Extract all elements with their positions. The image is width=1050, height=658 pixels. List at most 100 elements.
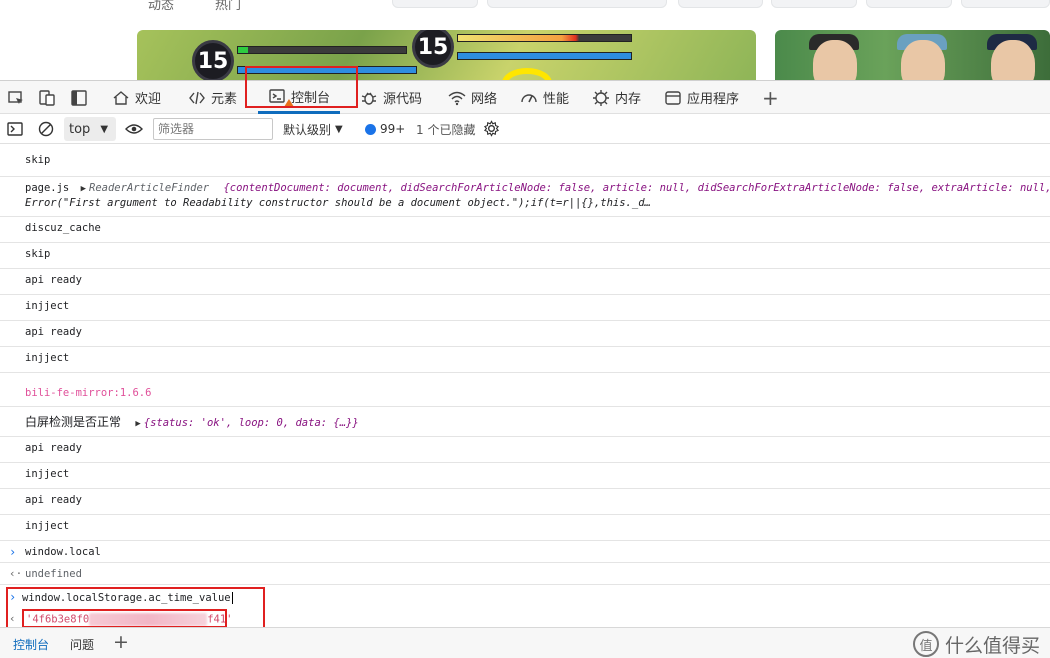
log-source[interactable]: page.js [25,182,69,194]
log-text: api ready [25,326,82,338]
tab-network[interactable]: 网络 [448,81,497,114]
person-face [991,40,1035,80]
code-icon [189,91,205,104]
drawer-tab-console[interactable]: 控制台 [13,636,49,653]
add-tab-button[interactable]: + [762,81,779,114]
console-row: api ready [0,437,1050,463]
person-face [813,40,857,80]
console-row: injject [0,295,1050,321]
console-row: injject [0,515,1050,541]
devtools-panel: 欢迎 元素 控制台 源代码 网络 性能 内存 应用程序 + top ▼ 筛选器 … [0,66,1050,658]
drawer-tab-issues[interactable]: 问题 [70,636,94,653]
console-row: 白屏检测是否正常 ▶ {status: 'ok', loop: 0, data: … [0,407,1050,437]
tab-console[interactable]: 控制台 [258,81,341,114]
console-result-row: ‹· undefined [0,563,1050,585]
video-thumbnail-people[interactable] [775,30,1050,80]
console-result-row: ‹ '4f6b3e8f0 f41' [0,609,1050,627]
log-text: injject [25,520,70,532]
redacted-blur [89,613,208,626]
level-badge: 15 [192,40,234,80]
watermark-logo-icon: 值 [912,631,939,657]
command-text[interactable]: window.local [25,546,101,558]
command-value: window.localStorage.ac_time_value [22,592,231,604]
object-preview[interactable]: {status: 'ok', loop: 0, data: {…}} [144,417,359,429]
category-pill[interactable] [678,0,763,8]
expand-triangle-icon[interactable]: ▶ [81,184,86,194]
tab-welcome[interactable]: 欢迎 [112,81,161,114]
eye-icon[interactable] [125,123,143,135]
result-arrow-icon: ‹· [9,567,23,580]
log-text: bili-fe-mirror:1.6.6 [25,387,152,399]
tab-label: 欢迎 [135,92,162,107]
result-arrow-icon: ‹ [9,612,16,625]
expand-triangle-icon[interactable]: ▶ [135,419,140,429]
tab-label: 源代码 [383,92,423,107]
warning-icon [284,99,294,107]
clear-console-icon[interactable] [38,121,54,137]
prompt-chevron-icon: › [9,590,17,604]
sidebar-toggle-icon[interactable] [7,122,23,136]
chip-icon [593,89,609,106]
category-pill[interactable] [392,0,478,8]
device-emulation-icon[interactable] [38,89,56,107]
nav-item-dynamic[interactable]: 动态 [148,0,174,13]
category-pill[interactable] [771,0,857,8]
bottom-drawer: 控制台 问题 + 值 什么值得买 [0,627,1050,658]
person-face [901,40,945,80]
tab-label: 内存 [615,92,642,107]
tab-performance[interactable]: 性能 [520,81,569,114]
message-icon [365,123,376,135]
tab-sources[interactable]: 源代码 [360,81,422,114]
log-text: 白屏检测是否正常 ▶ {status: 'ok', loop: 0, data: … [25,413,359,430]
nav-item-hot[interactable]: 热门 [215,0,241,13]
category-pill[interactable] [961,0,1050,8]
log-text: api ready [25,494,82,506]
console-row: injject [0,347,1050,373]
result-string-start: '4f6b3e8f0 [26,613,90,626]
log-error-text: Error("First argument to Readability con… [25,197,651,209]
console-row: injject [0,463,1050,489]
result-text: undefined [25,568,82,580]
log-text: page.js ▶ ReaderArticleFinder {contentDoc… [25,182,1050,194]
message-count-badge[interactable]: 99+ [365,114,405,144]
console-filter-bar: top ▼ 默认级别 ▼ 99+ 1 个已隐藏 [0,114,1050,144]
tab-label: 性能 [543,92,570,107]
log-level-dropdown[interactable]: 默认级别 ▼ [283,114,343,144]
dock-side-icon[interactable] [70,89,88,107]
command-text[interactable]: window.localStorage.ac_time_value [22,592,233,604]
log-text: injject [25,468,70,480]
console-input-row: › window.local [0,541,1050,563]
category-pill[interactable] [866,0,952,8]
tab-label: 元素 [211,92,238,107]
tab-label: 网络 [471,92,498,107]
gear-icon[interactable] [483,120,500,137]
tab-memory[interactable]: 内存 [592,81,641,114]
tab-application[interactable]: 应用程序 [664,81,739,114]
message-count: 99+ [380,122,406,136]
console-row: skip [0,151,1050,177]
console-output: skip page.js ▶ ReaderArticleFinder {conte… [0,144,1050,627]
video-thumbnail-game[interactable]: 15 15 [137,30,756,80]
log-text: injject [25,300,70,312]
drawer-add-button[interactable]: + [113,631,129,653]
console-row: page.js ▶ ReaderArticleFinder {contentDoc… [0,177,1050,217]
result-string[interactable]: '4f6b3e8f0 f41' [26,613,233,626]
console-row: api ready [0,489,1050,515]
console-row: skip [0,243,1050,269]
tab-label: 控制台 [291,90,331,106]
log-level-value: 默认级别 [283,122,332,137]
tab-elements[interactable]: 元素 [188,81,237,114]
console-input-row: › window.localStorage.ac_time_value [0,585,1050,609]
category-pill[interactable] [487,0,667,8]
log-text: skip [25,154,51,166]
devtools-tabbar: 欢迎 元素 控制台 源代码 网络 性能 内存 应用程序 + [0,66,1050,114]
gauge-icon [521,93,537,102]
mana-bar [237,66,417,74]
filter-input[interactable] [153,118,273,140]
prompt-chevron-icon: › [9,545,17,559]
yellow-mark [502,68,552,80]
log-text: discuz_cache [25,222,101,234]
inspect-element-icon[interactable] [7,89,25,107]
object-preview[interactable]: {contentDocument: document, didSearchFor… [223,182,1050,194]
context-selector[interactable]: top ▼ [64,117,116,141]
